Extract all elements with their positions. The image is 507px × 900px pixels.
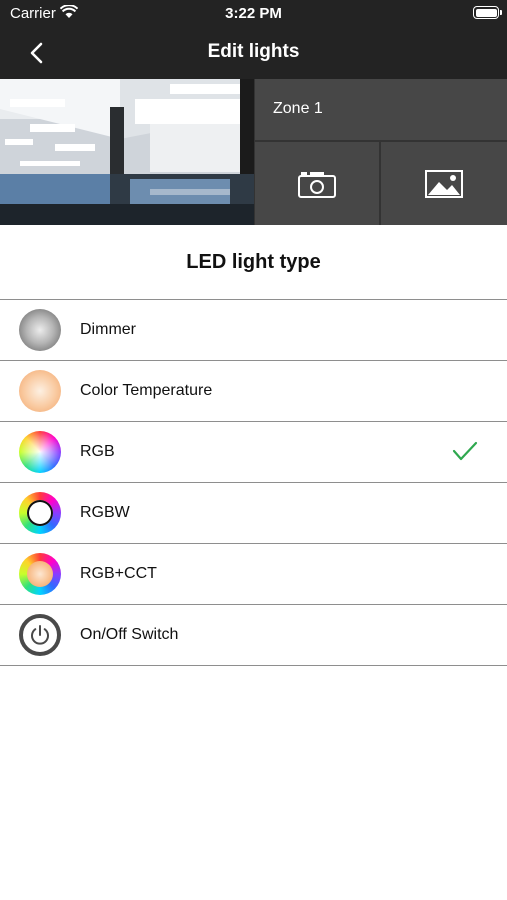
gallery-button[interactable] (381, 142, 507, 225)
color-temperature-icon (19, 370, 61, 412)
list-item-rgb-cct[interactable]: RGB+CCT (0, 544, 507, 605)
zone-name-field[interactable]: Zone 1 (255, 79, 507, 140)
camera-button[interactable] (255, 142, 379, 225)
list-item-label: Dimmer (80, 321, 136, 338)
list-item-label: RGBW (80, 504, 130, 521)
image-gallery-icon (425, 169, 463, 198)
page-title: Edit lights (207, 41, 300, 62)
list-item-color-temperature[interactable]: Color Temperature (0, 361, 507, 422)
list-item-dimmer[interactable]: Dimmer (0, 300, 507, 361)
zone-name-label: Zone 1 (273, 100, 323, 117)
list-item-rgb[interactable]: RGB (0, 422, 507, 483)
light-type-list: Dimmer Color Temperature RGB RGBW RGB+CC… (0, 299, 507, 666)
list-item-on-off-switch[interactable]: On/Off Switch (0, 605, 507, 666)
status-bar: Carrier 3:22 PM (0, 0, 507, 28)
rgb-icon (19, 431, 61, 473)
checkmark-icon (452, 441, 478, 461)
section-heading: LED light type (186, 251, 321, 273)
navigation-bar: Edit lights (0, 28, 507, 79)
list-item-label: RGB (80, 443, 115, 460)
status-time: 3:22 PM (225, 5, 282, 22)
zone-photo[interactable] (0, 79, 254, 225)
list-item-label: On/Off Switch (80, 626, 179, 643)
battery-icon (473, 6, 502, 19)
rgb-cct-icon (19, 553, 61, 595)
list-item-label: Color Temperature (80, 382, 213, 399)
camera-icon (298, 171, 336, 198)
zone-header: Zone 1 (0, 79, 507, 225)
rgbw-icon (19, 492, 61, 534)
power-icon (19, 614, 61, 656)
list-item-label: RGB+CCT (80, 565, 157, 582)
dimmer-icon (19, 309, 61, 351)
list-item-rgbw[interactable]: RGBW (0, 483, 507, 544)
